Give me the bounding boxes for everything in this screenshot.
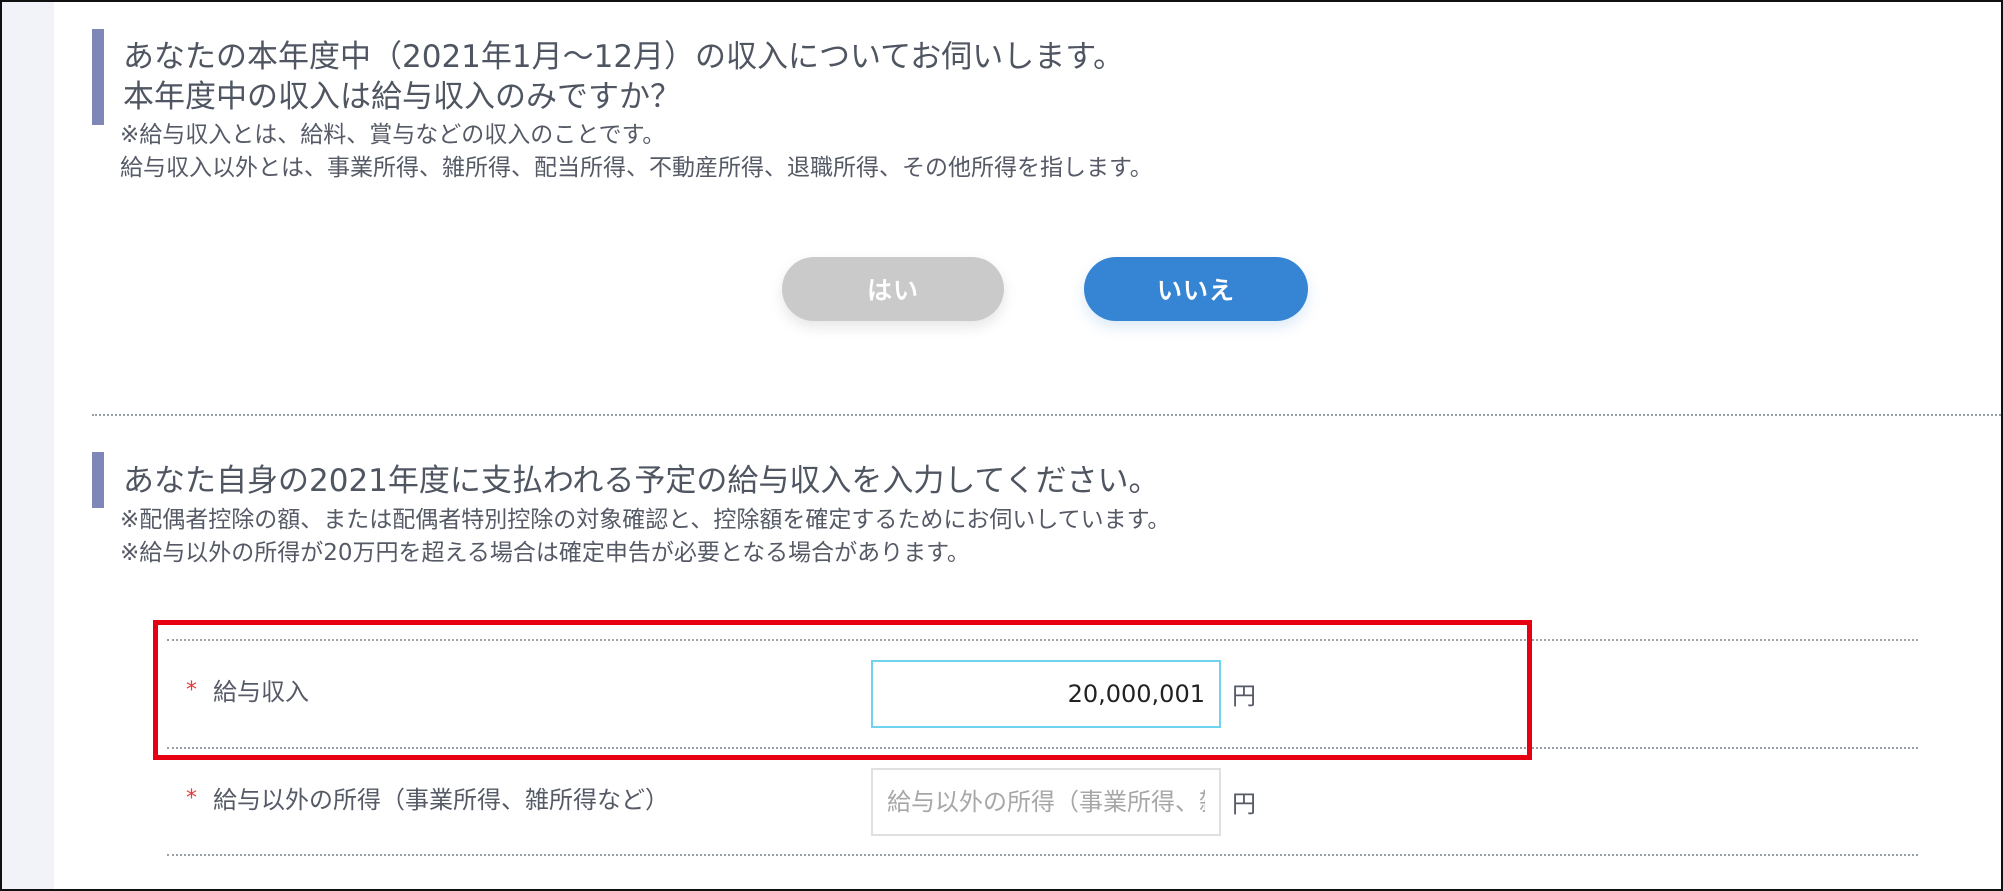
section1-accent-bar bbox=[92, 29, 104, 125]
other-income-input[interactable] bbox=[871, 768, 1221, 836]
other-income-label: 給与以外の所得（事業所得、雑所得など） bbox=[213, 786, 669, 814]
section2-note-line1: ※配偶者控除の額、または配偶者特別控除の対象確認と、控除額を確定するためにお伺い… bbox=[120, 507, 1171, 533]
section1-title-line1: あなたの本年度中（2021年1月～12月）の収入についてお伺いします。 bbox=[123, 39, 1125, 75]
left-sidebar-strip bbox=[2, 2, 54, 889]
required-mark: * bbox=[186, 786, 197, 811]
form-divider-bottom bbox=[167, 854, 1918, 856]
section1-note-line2: 給与収入以外とは、事業所得、雑所得、配当所得、不動産所得、退職所得、その他所得を… bbox=[120, 155, 1153, 181]
section2-note-line2: ※給与以外の所得が20万円を超える場合は確定申告が必要となる場合があります。 bbox=[120, 540, 970, 566]
section2-accent-bar bbox=[92, 452, 104, 508]
yes-button[interactable]: はい bbox=[782, 257, 1004, 321]
section2-title: あなた自身の2021年度に支払われる予定の給与収入を入力してください。 bbox=[123, 463, 1160, 499]
section1-title-line2: 本年度中の収入は給与収入のみですか？ bbox=[123, 79, 681, 115]
other-income-unit: 円 bbox=[1232, 790, 1256, 818]
no-button[interactable]: いいえ bbox=[1084, 257, 1308, 321]
page-frame: あなたの本年度中（2021年1月～12月）の収入についてお伺いします。 本年度中… bbox=[0, 0, 2003, 891]
highlight-box bbox=[153, 620, 1532, 760]
section-divider bbox=[92, 414, 2001, 416]
section1-note-line1: ※給与収入とは、給料、賞与などの収入のことです。 bbox=[120, 122, 666, 148]
